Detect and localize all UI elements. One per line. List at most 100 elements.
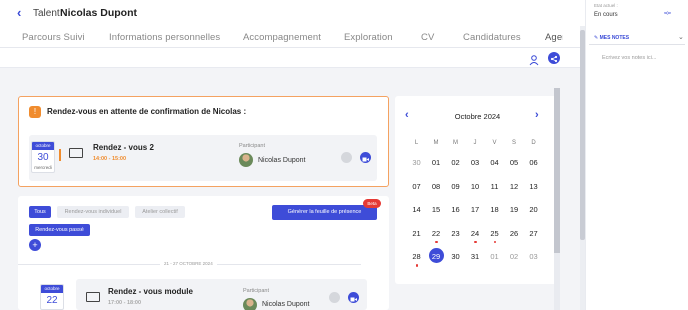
calendar-day[interactable]: 21 xyxy=(407,226,426,241)
calendar-day[interactable]: 17 xyxy=(466,202,485,217)
filter-collective[interactable]: Atelier collectif xyxy=(135,206,185,218)
meeting-icon xyxy=(86,292,100,302)
calendar-day[interactable]: 30 xyxy=(407,155,426,170)
user-icon[interactable] xyxy=(528,53,540,66)
status-select[interactable]: En cours xyxy=(594,12,618,18)
calendar-day[interactable]: 10 xyxy=(466,179,485,194)
calendar-day[interactable]: 12 xyxy=(505,179,524,194)
calendar-day[interactable]: 19 xyxy=(505,202,524,217)
calendar-day[interactable]: 30 xyxy=(446,249,465,264)
calendar-day[interactable]: 28 xyxy=(407,249,426,264)
filter-all[interactable]: Tous xyxy=(29,206,51,218)
avatar xyxy=(243,298,257,310)
calendar-day[interactable]: 13 xyxy=(524,179,543,194)
calendar-day[interactable]: 08 xyxy=(427,179,446,194)
calendar-day[interactable]: 02 xyxy=(446,155,465,170)
calendar-day[interactable]: 22 xyxy=(427,226,446,241)
participant-name: Nicolas Dupont xyxy=(258,157,306,164)
event-dot xyxy=(493,240,496,243)
calendar-day[interactable]: 15 xyxy=(427,202,446,217)
weekday-label: D xyxy=(531,140,536,146)
event-dot xyxy=(474,240,477,243)
calendar-icon[interactable] xyxy=(329,292,340,303)
calendar-day[interactable]: 20 xyxy=(524,202,543,217)
tab-accompagnement[interactable]: Accompagnement xyxy=(243,32,321,43)
date-weekday: mercredi xyxy=(34,165,52,170)
date-month: octobre xyxy=(32,142,54,150)
select-chevron-icon[interactable]: ︿ ﹀ xyxy=(664,8,671,20)
event-dot xyxy=(415,264,418,267)
notes-input[interactable]: Ecrivez vos notes ici... xyxy=(602,55,656,61)
appointment-title: Rendez - vous 2 xyxy=(93,143,154,152)
appointment-title: Rendez - vous module xyxy=(108,287,193,296)
video-icon[interactable] xyxy=(348,292,359,303)
calendar-day[interactable]: 25 xyxy=(485,226,504,241)
filter-past[interactable]: Rendez-vous passé xyxy=(29,224,90,236)
back-arrow-icon[interactable]: ‹ xyxy=(17,6,29,20)
calendar-day[interactable]: 14 xyxy=(407,202,426,217)
date-month: octobre xyxy=(41,285,63,293)
status-label: Etat actuel : xyxy=(594,3,618,8)
calendar-icon[interactable] xyxy=(341,152,352,163)
calendar-day[interactable]: 29 xyxy=(427,248,446,264)
calendar-day[interactable]: 05 xyxy=(505,155,524,170)
share-icon[interactable] xyxy=(548,52,560,64)
date-badge: octobre 22 xyxy=(40,284,64,310)
week-appointment-row: octobre 22 Rendez - vous module 17:00 - … xyxy=(18,279,367,310)
avatar xyxy=(239,153,253,167)
weekday-label: J xyxy=(473,140,477,146)
weekday-label: L xyxy=(414,140,419,146)
calendar-day[interactable]: 27 xyxy=(524,226,543,241)
chevron-down-icon[interactable]: ⌄ xyxy=(678,33,684,41)
date-day: 30 xyxy=(37,152,49,163)
tab-informations[interactable]: Informations personnelles xyxy=(109,32,220,43)
calendar-day[interactable]: 31 xyxy=(466,249,485,264)
calendar-day[interactable]: 03 xyxy=(466,155,485,170)
date-day: 22 xyxy=(46,295,58,306)
calendar-day[interactable]: 24 xyxy=(466,226,485,241)
pending-appointment[interactable]: octobre 30 mercredi Rendez - vous 2 14:0… xyxy=(29,135,377,181)
beta-badge: Beta xyxy=(363,199,381,208)
week-range: 21 - 27 OCTOBRE 2024 xyxy=(160,261,217,266)
video-icon[interactable] xyxy=(360,152,371,163)
pending-card: ! Rendez-vous en attente de confirmation… xyxy=(18,96,389,187)
calendar-day[interactable]: 02 xyxy=(505,249,524,264)
calendar-day[interactable]: 04 xyxy=(485,155,504,170)
page-title: Nicolas Dupont xyxy=(60,7,138,19)
calendar-day[interactable]: 16 xyxy=(446,202,465,217)
week-appointment[interactable]: Rendez - vous module 17:00 - 18:00 Parti… xyxy=(76,279,367,310)
calendar-day[interactable]: 18 xyxy=(485,202,504,217)
calendar-day[interactable]: 06 xyxy=(524,155,543,170)
tab-exploration[interactable]: Exploration xyxy=(344,32,393,43)
breadcrumb[interactable]: Talent xyxy=(33,8,60,19)
generate-attendance-button[interactable]: Générer la feuille de présence xyxy=(272,205,377,220)
month-calendar: ‹ › Octobre 2024 LMMJVSD 30 01 02 03 04 05 06 0… xyxy=(395,96,560,284)
notes-title-label: MES NOTES xyxy=(599,35,630,41)
participant-label: Participant xyxy=(243,288,269,294)
agenda-toolbar xyxy=(0,49,585,68)
calendar-day[interactable]: 07 xyxy=(407,179,426,194)
weekday-label: V xyxy=(492,140,497,146)
tab-cv[interactable]: CV xyxy=(421,32,434,43)
calendar-scrollbar[interactable] xyxy=(554,88,560,310)
calendar-day[interactable]: 03 xyxy=(524,249,543,264)
filter-individual[interactable]: Rendez-vous individuel xyxy=(57,206,129,218)
calendar-day[interactable]: 09 xyxy=(446,179,465,194)
calendar-day[interactable]: 23 xyxy=(446,226,465,241)
calendar-day[interactable]: 11 xyxy=(485,179,504,194)
participant-label: Participant xyxy=(239,143,265,149)
calendar-day[interactable]: 01 xyxy=(427,155,446,170)
tab-parcours[interactable]: Parcours Suivi xyxy=(22,32,85,43)
participant-name: Nicolas Dupont xyxy=(262,301,310,308)
main-panel: ‹ Talent Nicolas Dupont Parcours Suivi I… xyxy=(0,0,585,310)
add-button[interactable]: + xyxy=(29,239,41,251)
divider xyxy=(589,44,685,45)
tab-candidatures[interactable]: Candidatures xyxy=(463,32,521,43)
weekday-label: M xyxy=(433,140,439,146)
date-badge: octobre 30 mercredi xyxy=(31,141,55,173)
calendar-month: Octobre 2024 xyxy=(454,112,501,121)
calendar-day[interactable]: 26 xyxy=(505,226,524,241)
calendar-day[interactable]: 01 xyxy=(485,249,504,264)
tab-agenda[interactable]: Agenda xyxy=(545,32,563,43)
notes-title[interactable]: ✎ MES NOTES xyxy=(594,35,629,41)
